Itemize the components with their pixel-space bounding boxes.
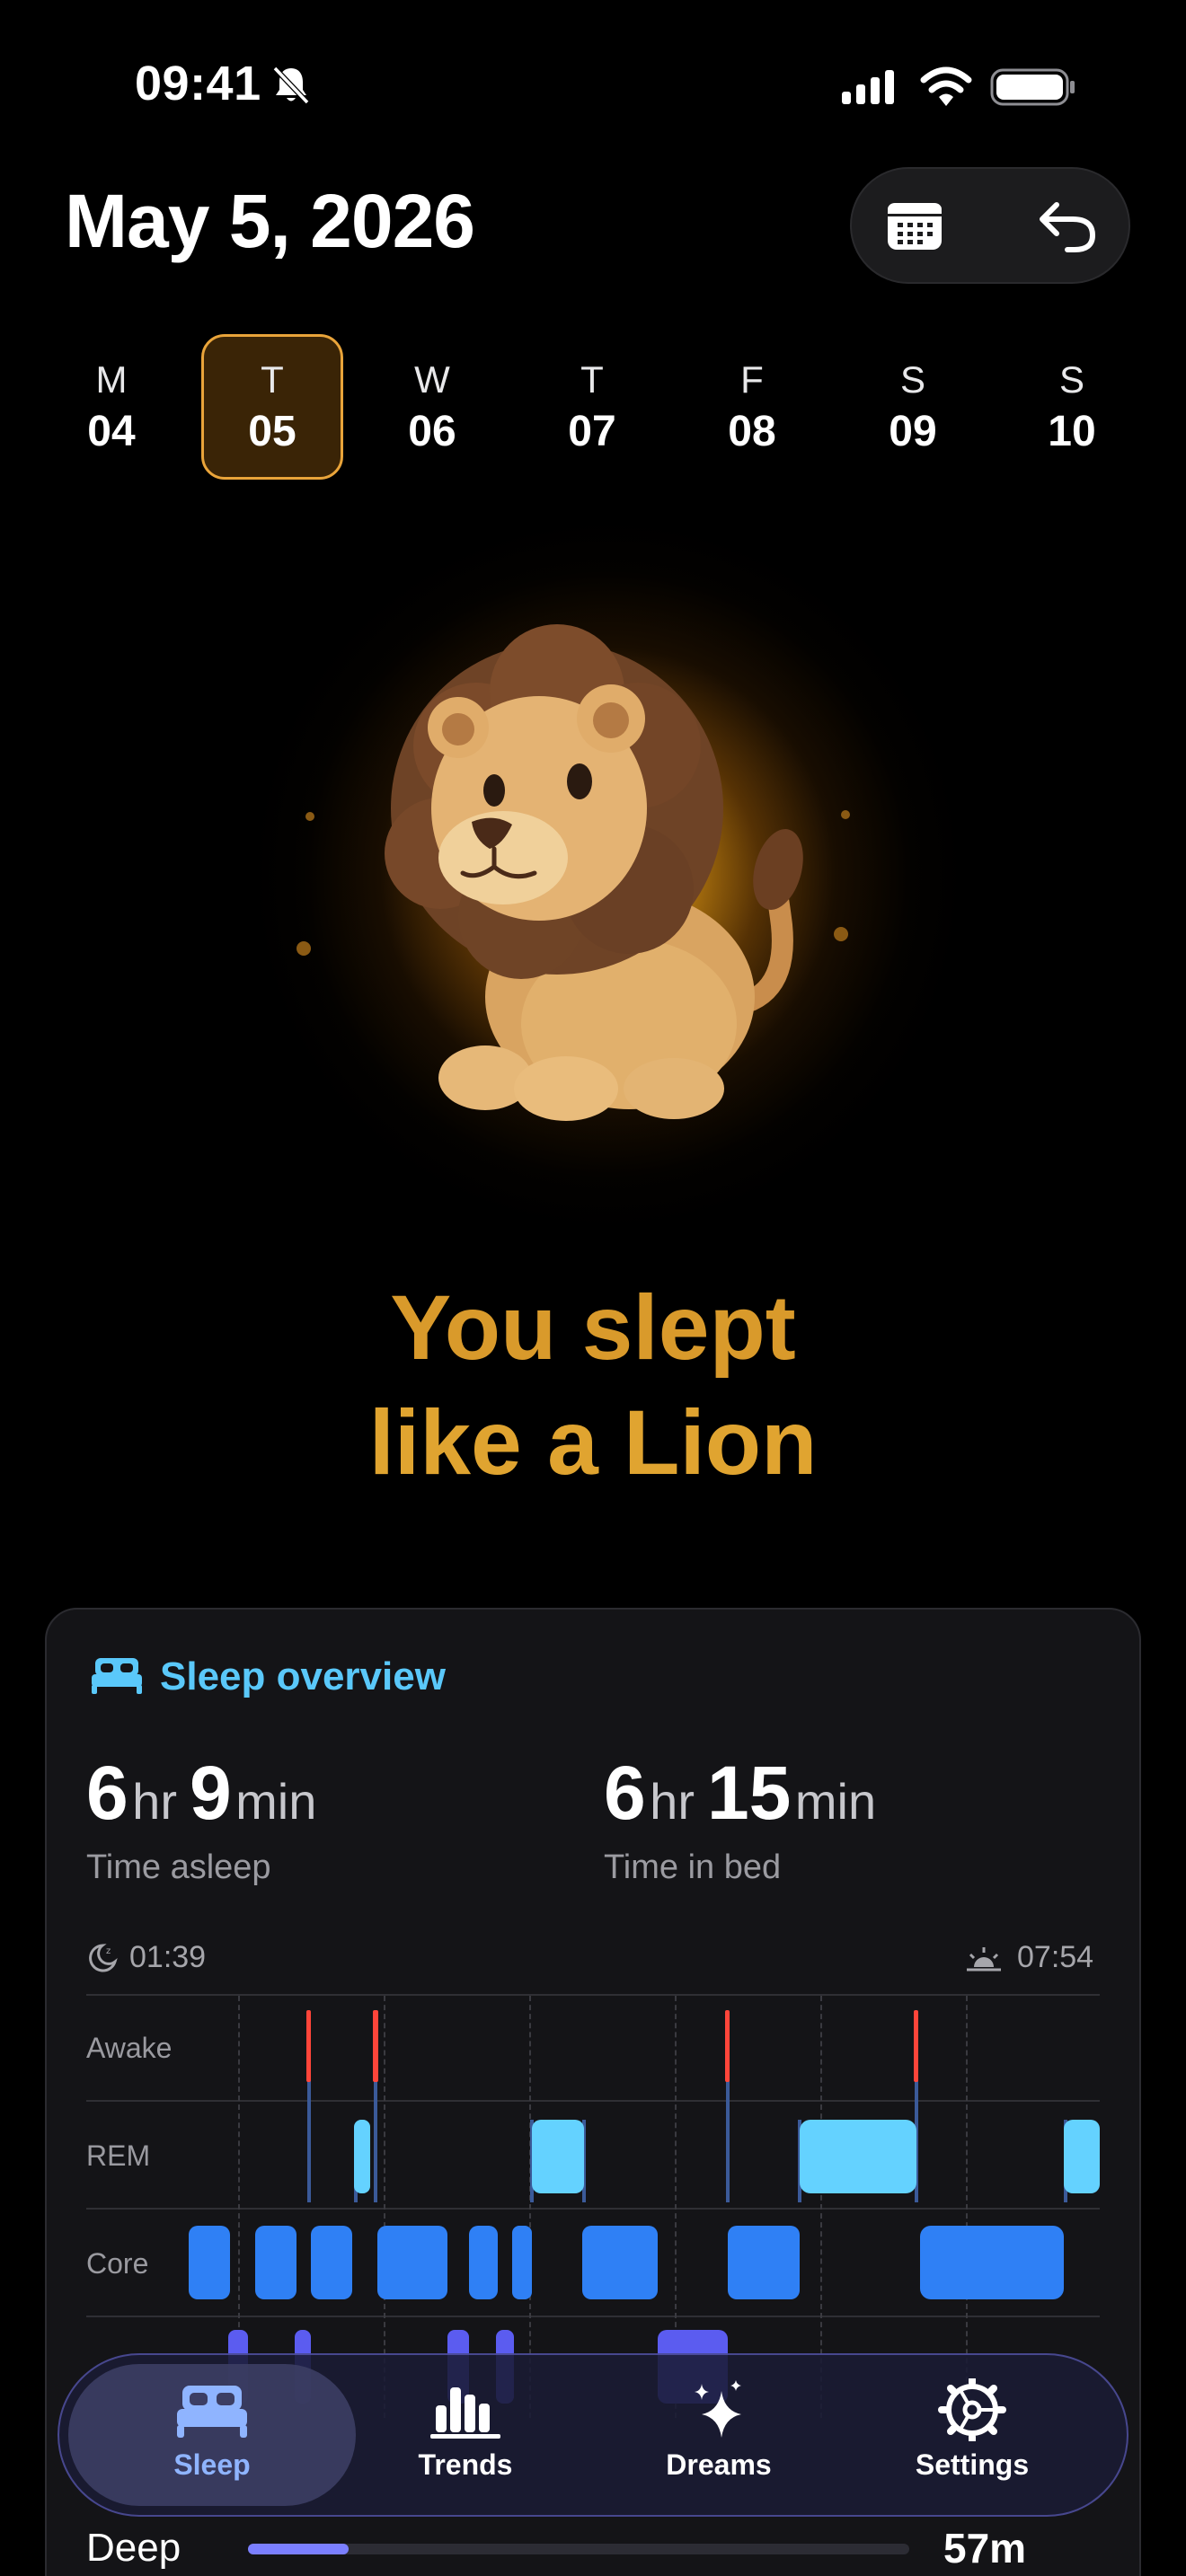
card-title: Sleep overview (160, 1654, 446, 1698)
bed-icon (92, 1658, 142, 1694)
core-segment (255, 2226, 296, 2299)
day-thu-07[interactable]: T 07 (521, 334, 663, 480)
deep-stage-label: Deep (86, 2526, 181, 2570)
day-of-week: F (740, 357, 764, 401)
day-number: 09 (889, 407, 937, 455)
minutes-unit: min (235, 1773, 317, 1830)
day-of-week: S (899, 357, 925, 401)
day-wed-06[interactable]: W 06 (361, 334, 503, 480)
page-title: May 5, 2026 (65, 179, 475, 263)
undo-arrow-icon (1040, 202, 1096, 252)
calendar-icon (888, 203, 942, 250)
day-sun-10[interactable]: S 10 (1001, 334, 1143, 480)
tab-label: Trends (418, 2448, 513, 2481)
day-number: 05 (248, 407, 296, 455)
hours-value: 6 (604, 1751, 646, 1835)
tab-sleep[interactable]: Sleep (113, 2378, 311, 2495)
core-segment (469, 2226, 498, 2299)
minutes-unit: min (794, 1773, 877, 1830)
rem-segment (532, 2120, 584, 2193)
hours-value: 6 (86, 1751, 128, 1835)
minutes-value: 15 (706, 1751, 792, 1835)
tab-dreams[interactable]: Dreams (620, 2378, 818, 2495)
sleep-start-time: 01:39 (129, 1940, 207, 1974)
day-fri-08[interactable]: F 08 (681, 334, 823, 480)
hours-unit: hr (132, 1773, 177, 1830)
sparkles-icon (695, 2380, 741, 2438)
moon-zzz-icon: z (89, 1944, 118, 1972)
day-number: 08 (728, 407, 776, 455)
minutes-value: 9 (189, 1751, 232, 1835)
deep-stage-value: 57m (943, 2525, 1027, 2572)
sparkle-dot (841, 810, 850, 819)
awake-segment (306, 2010, 311, 2082)
day-of-week: T (580, 357, 604, 401)
lion-illustration (385, 624, 803, 1121)
day-of-week: W (414, 357, 450, 401)
rem-segment (1064, 2120, 1100, 2193)
core-segment (377, 2226, 447, 2299)
sparkle-dot (834, 927, 848, 941)
day-of-week: T (261, 357, 284, 401)
day-number: 04 (87, 407, 136, 455)
svg-text:z: z (106, 1946, 111, 1956)
tab-settings[interactable]: Settings (873, 2378, 1071, 2495)
day-number: 10 (1048, 407, 1096, 455)
awake-segment (373, 2010, 378, 2082)
wifi-icon (920, 66, 972, 106)
bar-chart-icon (430, 2387, 500, 2439)
core-segment (728, 2226, 800, 2299)
time-in-bed-value: 6 hr 15 min (604, 1750, 889, 1837)
awake-segment (725, 2010, 730, 2082)
day-number: 06 (408, 407, 456, 455)
day-tue-05-selected[interactable]: T 05 (201, 334, 343, 480)
tab-trends[interactable]: Trends (367, 2378, 564, 2495)
core-segment (311, 2226, 352, 2299)
bell-slash-icon (272, 66, 310, 105)
day-mon-04[interactable]: M 04 (40, 334, 182, 480)
sparkle-dot (296, 941, 311, 956)
undo-button[interactable] (1024, 185, 1111, 266)
day-number: 07 (568, 407, 616, 455)
hero-title-line1: You slept (390, 1276, 796, 1379)
calendar-button[interactable] (872, 185, 958, 266)
day-of-week: M (95, 357, 128, 401)
tab-label: Sleep (173, 2448, 251, 2481)
sunrise-icon (967, 1947, 1001, 1972)
sleep-end-time: 07:54 (1017, 1940, 1094, 1974)
rem-segment (800, 2120, 916, 2193)
time-asleep-value: 6 hr 9 min (86, 1750, 329, 1837)
core-segment (920, 2226, 1064, 2299)
time-asleep-label: Time asleep (86, 1848, 271, 1886)
deep-progress-fill (248, 2544, 349, 2554)
core-segment (512, 2226, 532, 2299)
battery-icon (990, 68, 1075, 106)
bed-icon (177, 2386, 247, 2438)
rem-segment (354, 2120, 370, 2193)
hours-unit: hr (650, 1773, 695, 1830)
tab-label: Settings (915, 2448, 1030, 2481)
cellular-signal-icon (842, 70, 894, 104)
core-segment (582, 2226, 658, 2299)
time-in-bed-label: Time in bed (604, 1848, 782, 1886)
hero-title-line2: like a Lion (368, 1391, 818, 1494)
day-of-week: S (1058, 357, 1084, 401)
tab-label: Dreams (666, 2448, 772, 2481)
day-sat-09[interactable]: S 09 (842, 334, 984, 480)
awake-segment (914, 2010, 918, 2082)
status-time: 09:41 (135, 57, 261, 110)
core-segment (189, 2226, 230, 2299)
sparkle-dot (305, 812, 314, 821)
gear-icon (938, 2378, 1006, 2441)
